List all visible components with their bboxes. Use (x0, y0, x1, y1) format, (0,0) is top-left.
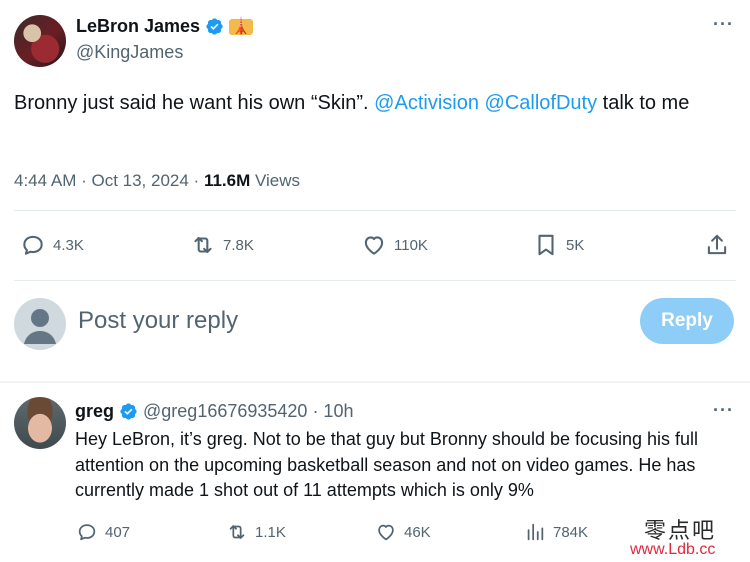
reply-button[interactable]: 407 (76, 521, 130, 543)
share-button[interactable] (704, 232, 730, 258)
reply-icon (23, 235, 43, 255)
retweet-count: 7.8K (223, 236, 254, 254)
like-button[interactable]: 110K (361, 232, 428, 258)
tower-emoji-icon: 🗼 (229, 17, 253, 35)
retweet-icon (194, 236, 212, 254)
reply-count: 407 (105, 523, 131, 541)
reply-button[interactable]: 4.3K (20, 232, 84, 258)
reply-author-handle[interactable]: @greg16676935420 (143, 401, 307, 422)
reply-count: 4.3K (53, 236, 84, 254)
author-name[interactable]: LeBron James (76, 16, 200, 37)
reply-timestamp[interactable]: · 10h (312, 401, 353, 422)
watermark-url: www.Ldb.cc (630, 541, 716, 558)
views-count: 784K (553, 523, 589, 541)
bookmark-icon (538, 234, 554, 256)
mention-callofduty[interactable]: @CallofDuty (485, 92, 598, 114)
bookmark-count: 5K (566, 236, 585, 254)
reply-author-row: greg @greg16676935420 · 10h (75, 401, 353, 422)
divider (14, 210, 736, 211)
like-count: 46K (404, 523, 431, 541)
retweet-count: 1.1K (255, 523, 286, 541)
reply-input[interactable]: Post your reply (78, 307, 238, 335)
retweet-button[interactable]: 7.8K (190, 232, 254, 258)
verified-badge-icon (206, 18, 223, 35)
tweet-text-prefix: Bronny just said he want his own “Skin”. (14, 92, 369, 114)
tweet-actions: 4.3K 7.8K 110K 5K (0, 228, 750, 262)
like-button[interactable]: 46K (375, 521, 431, 543)
tweet-text-suffix: talk to me (602, 92, 690, 114)
reply-composer: Post your reply Reply (0, 292, 750, 352)
mention-activision[interactable]: @Activision (374, 92, 479, 114)
watermark: 零点吧 www.Ldb.cc (630, 513, 745, 559)
views-label: Views (255, 171, 301, 190)
verified-badge-icon (120, 403, 137, 420)
reply-submit-button[interactable]: Reply (640, 298, 734, 344)
divider (14, 280, 736, 281)
more-icon[interactable]: ··· (713, 14, 734, 35)
more-icon[interactable]: ··· (713, 400, 734, 421)
like-count: 110K (394, 236, 428, 254)
tweet-meta: 4:44 AM · Oct 13, 2024 · 11.6M Views (14, 171, 300, 191)
author-avatar[interactable] (14, 15, 66, 67)
reply-text: Hey LeBron, it’s greg. Not to be that gu… (75, 429, 699, 500)
retweet-icon (229, 525, 245, 539)
views-button[interactable]: 784K (524, 521, 588, 543)
views-count: 11.6M (203, 171, 251, 190)
like-icon (378, 524, 394, 541)
tweet-timestamp[interactable]: 4:44 AM · Oct 13, 2024 · (14, 171, 199, 190)
author-name-row: LeBron James 🗼 (76, 16, 253, 37)
retweet-button[interactable]: 1.1K (226, 521, 286, 543)
author-handle[interactable]: @KingJames (76, 42, 183, 63)
views-icon (527, 523, 544, 541)
share-icon (707, 234, 727, 255)
like-icon (364, 236, 384, 255)
reply-author-name[interactable]: greg (75, 401, 114, 422)
default-avatar-icon (14, 298, 66, 350)
reply-icon (78, 524, 96, 541)
bookmark-button[interactable]: 5K (533, 232, 584, 258)
reply-author-avatar[interactable] (14, 397, 66, 449)
tweet-text: Bronny just said he want his own “Skin”.… (14, 89, 739, 118)
